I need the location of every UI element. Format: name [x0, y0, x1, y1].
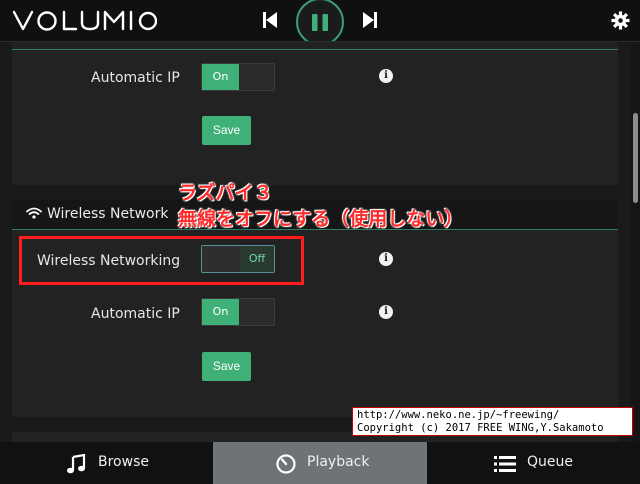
gear-icon[interactable] [611, 11, 630, 30]
wireless-network-title: Wireless Network [47, 206, 169, 222]
network-panel: Automatic IP On i Save [12, 42, 618, 185]
panel-divider [12, 49, 618, 50]
annotation-highlight-box [19, 236, 304, 285]
save-button[interactable]: Save [202, 352, 251, 381]
scrollbar-track[interactable] [631, 42, 640, 442]
automatic-ip-toggle[interactable]: On [201, 298, 275, 326]
automatic-ip-label: Automatic IP [91, 70, 180, 86]
copyright-notice: Copyright (c) 2017 FREE WING,Y.Sakamoto [357, 422, 604, 434]
annotation-line-2: 無線をオフにする（使用しない） [178, 208, 464, 230]
automatic-ip-toggle[interactable]: On [201, 63, 275, 91]
music-note-icon [67, 454, 86, 474]
pause-icon [312, 14, 328, 31]
playback-dial-icon [276, 454, 296, 474]
annotation-line-1: ラズパイ３ [178, 182, 273, 204]
info-icon[interactable]: i [379, 69, 393, 83]
toggle-on-label: On [202, 64, 239, 90]
play-pause-button[interactable] [296, 0, 344, 46]
tab-browse[interactable]: Browse [0, 442, 213, 484]
tab-browse-label: Browse [98, 454, 149, 470]
tab-queue[interactable]: Queue [427, 442, 640, 484]
list-icon [494, 456, 516, 472]
wireless-network-panel: Wireless Network Wireless Networking Off… [12, 199, 618, 417]
wifi-icon [26, 207, 42, 219]
save-button[interactable]: Save [202, 116, 251, 145]
info-icon[interactable]: i [379, 252, 393, 266]
bottom-navigation: Browse Playback Queue [0, 442, 640, 484]
tab-playback[interactable]: Playback [213, 442, 427, 484]
toggle-on-label: On [202, 299, 239, 325]
info-icon[interactable]: i [379, 305, 393, 319]
volumio-logo[interactable] [12, 9, 157, 33]
toggle-slot [239, 299, 274, 325]
automatic-ip-label: Automatic IP [91, 306, 180, 322]
skip-previous-icon[interactable] [262, 11, 278, 29]
copyright-url: http://www.neko.ne.jp/~freewing/ [357, 409, 560, 421]
scrollbar-thumb[interactable] [633, 113, 638, 203]
top-bar [0, 0, 640, 46]
copyright-watermark: http://www.neko.ne.jp/~freewing/ Copyrig… [352, 407, 633, 436]
tab-playback-label: Playback [307, 454, 370, 470]
toggle-slot [239, 64, 274, 90]
skip-next-icon[interactable] [362, 11, 378, 29]
tab-queue-label: Queue [527, 454, 573, 470]
